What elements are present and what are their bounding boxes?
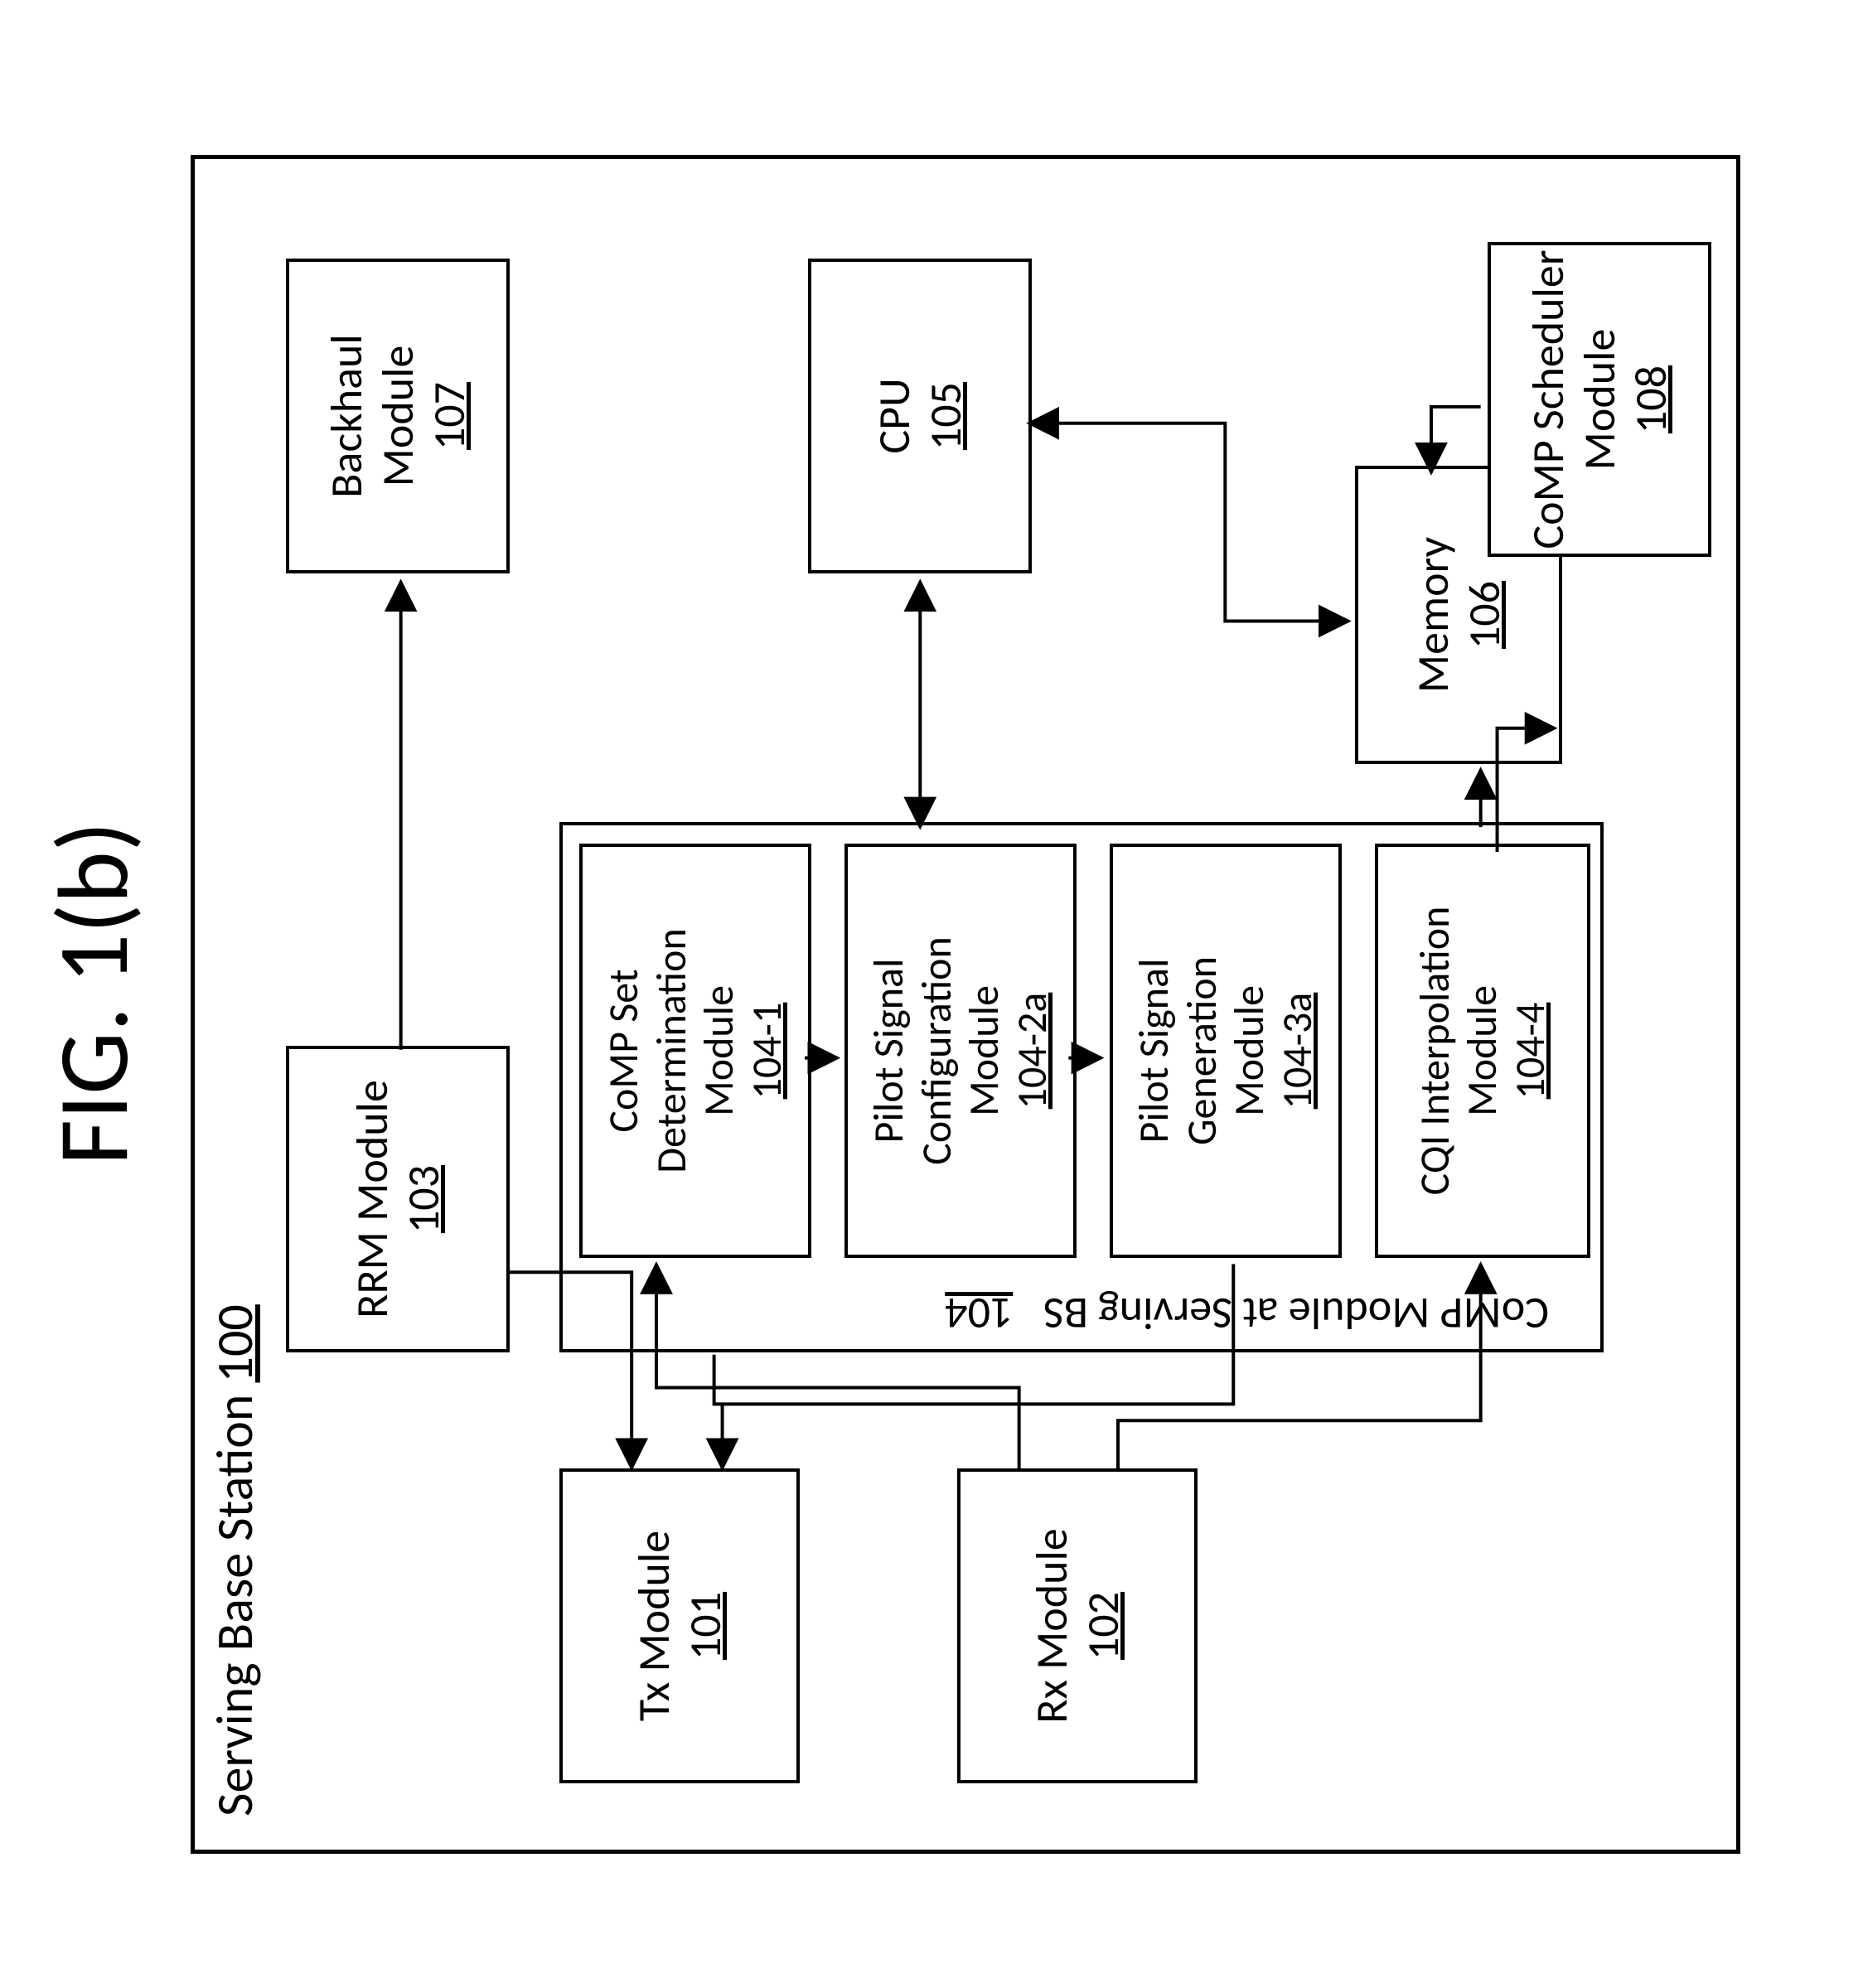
pilot-cfg-ref: 104-2a — [1009, 993, 1057, 1110]
comp-set-determination-module: CoMP Set Determination Module 104-1 — [579, 844, 811, 1258]
container-ref: 100 — [203, 1304, 266, 1382]
cqi-title: CQI Interpolation Module — [1411, 847, 1507, 1255]
pilot-signal-generation-module: Pilot Signal Generation Module 104-3a — [1110, 844, 1342, 1258]
comp-module-container: CoMP Module at Serving BS 104 CoMP Set D… — [559, 822, 1604, 1352]
comp-scheduler-module: CoMP Scheduler Module 108 — [1488, 242, 1711, 557]
comp-set-line3: Module — [695, 985, 743, 1116]
rrm-title: RRM Module — [346, 1080, 398, 1318]
backhaul-title: Backhaul Module — [321, 262, 423, 570]
serving-base-station-container: Serving Base Station 100 RRM Module 103 … — [191, 155, 1740, 1854]
serving-base-station-title: Serving Base Station 100 — [203, 1304, 266, 1816]
pilot-gen-ref: 104-3a — [1274, 993, 1322, 1110]
backhaul-module: Backhaul Module 107 — [286, 259, 510, 573]
cpu-ref: 105 — [920, 382, 971, 450]
scheduler-line1: CoMP Scheduler — [1522, 249, 1574, 549]
pilot-cfg-line3: Module — [961, 985, 1009, 1116]
pilot-gen-line3: Module — [1226, 985, 1274, 1116]
rx-title: Rx Module — [1026, 1528, 1077, 1724]
memory-title: Memory — [1407, 537, 1459, 693]
scheduler-ref: 108 — [1625, 365, 1677, 433]
tx-module: Tx Module 101 — [559, 1468, 800, 1783]
rrm-ref: 103 — [398, 1165, 449, 1233]
cpu-block: CPU 105 — [808, 259, 1032, 573]
figure-label: FIG. 1(b) — [33, 0, 154, 1986]
scheduler-line2: Module — [1574, 329, 1625, 471]
comp-container-label: CoMP Module at Serving BS 104 — [945, 1288, 1549, 1339]
comp-container-title: CoMP Module at Serving BS — [1043, 1286, 1549, 1341]
rx-module: Rx Module 102 — [957, 1468, 1198, 1783]
comp-container-ref: 104 — [945, 1286, 1013, 1341]
backhaul-ref: 107 — [423, 382, 475, 450]
container-title-text: Serving Base Station — [203, 1394, 266, 1816]
rx-ref: 102 — [1077, 1592, 1129, 1660]
tx-ref: 101 — [680, 1592, 731, 1660]
pilot-gen-line1: Pilot Signal — [1130, 959, 1178, 1144]
memory-ref: 106 — [1459, 581, 1510, 649]
cpu-title: CPU — [869, 378, 920, 453]
pilot-signal-configuration-module: Pilot Signal Configuration Module 104-2a — [844, 844, 1077, 1258]
pilot-cfg-line2: Configuration — [913, 936, 961, 1165]
cqi-interpolation-module: CQI Interpolation Module 104-4 — [1375, 844, 1590, 1258]
comp-set-ref: 104-1 — [743, 1003, 791, 1100]
cqi-ref: 104-4 — [1507, 1003, 1555, 1100]
tx-title: Tx Module — [628, 1531, 680, 1721]
comp-set-line1: CoMP Set — [600, 969, 648, 1132]
pilot-cfg-line1: Pilot Signal — [865, 959, 913, 1144]
pilot-gen-line2: Generation — [1178, 956, 1227, 1145]
rrm-module: RRM Module 103 — [286, 1046, 510, 1352]
comp-set-line2: Determination — [648, 928, 696, 1173]
